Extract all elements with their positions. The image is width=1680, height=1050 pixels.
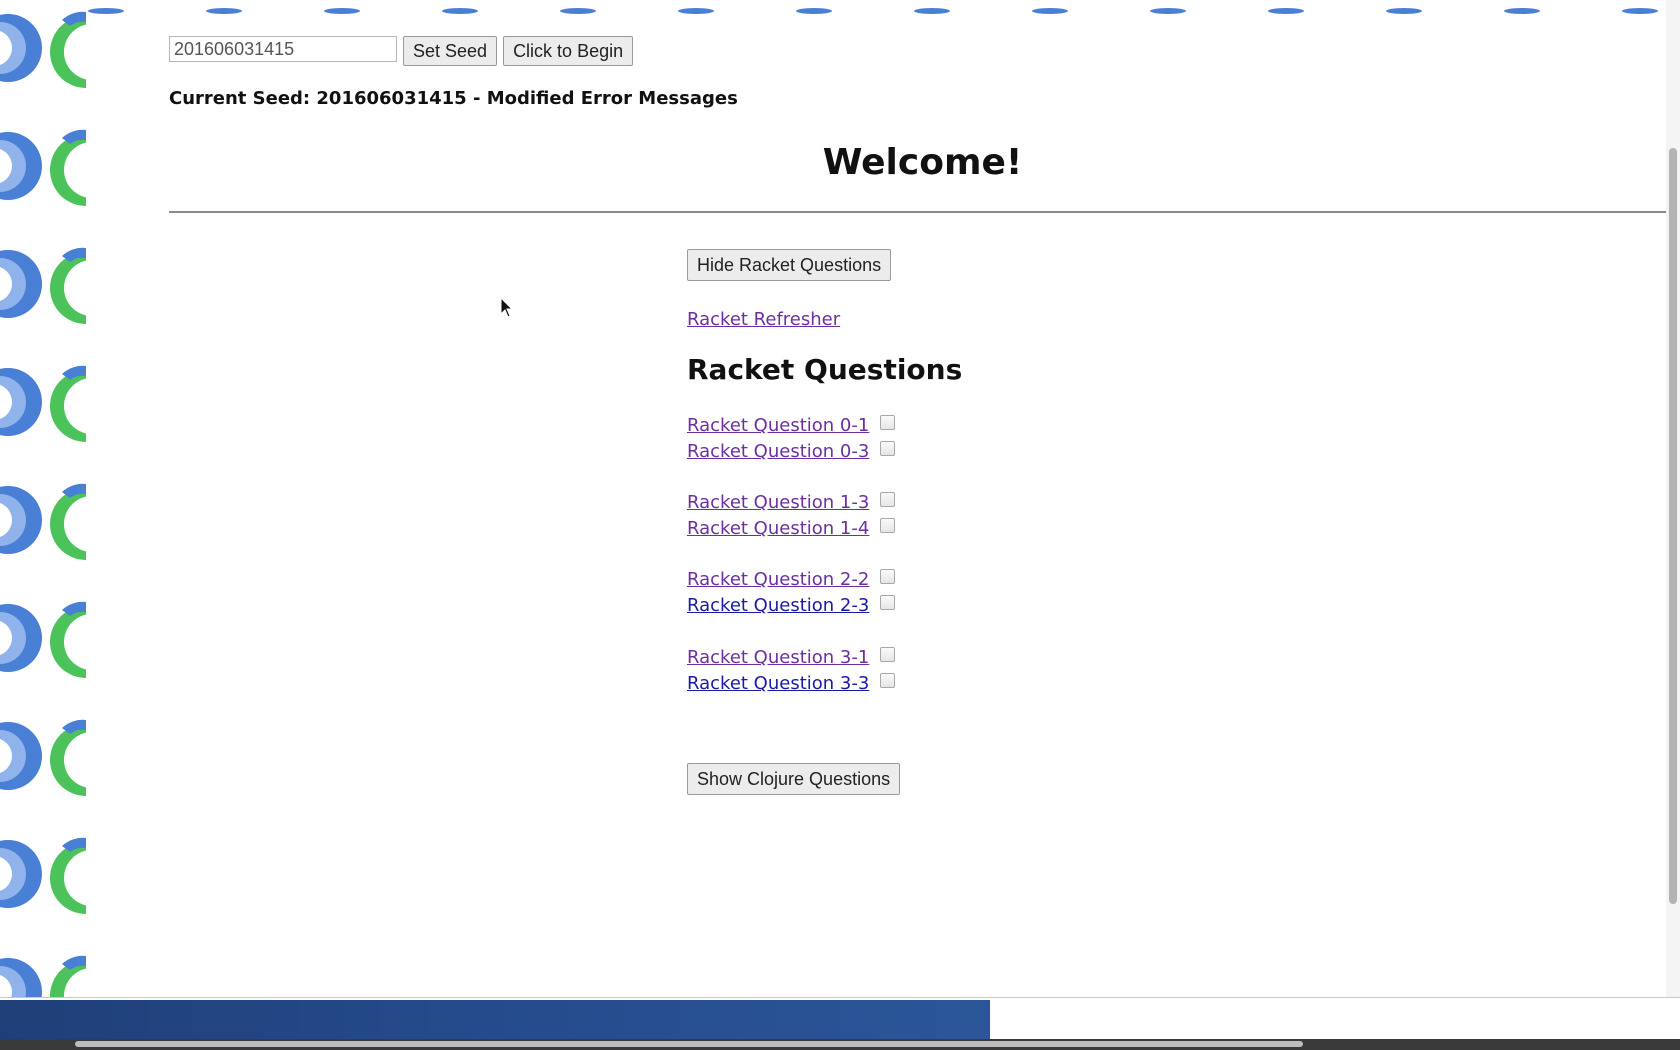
racket-question-0-3-checkbox[interactable] — [880, 441, 896, 456]
question-row: Racket Question 1-4 — [687, 518, 896, 539]
question-row: Racket Question 3-1 — [687, 647, 896, 668]
mouse-cursor-icon — [500, 296, 514, 323]
seed-controls: Set Seed Click to Begin — [169, 36, 634, 66]
top-pattern-strip — [86, 0, 1670, 14]
main-content: Set Seed Click to Begin Current Seed: 20… — [86, 14, 1670, 997]
current-seed-text: Current Seed: 201606031415 - Modified Er… — [169, 88, 738, 109]
divider — [169, 211, 1670, 213]
horizontal-scrollbar[interactable] — [0, 1039, 1680, 1050]
racket-question-2-2-link[interactable]: Racket Question 2-2 — [687, 569, 869, 590]
question-row: Racket Question 0-3 — [687, 441, 896, 462]
racket-question-3-3-link[interactable]: Racket Question 3-3 — [687, 673, 869, 694]
horizontal-scrollbar-thumb[interactable] — [75, 1041, 1303, 1047]
racket-question-3-1-link[interactable]: Racket Question 3-1 — [687, 647, 869, 668]
page-title: Welcome! — [822, 142, 1023, 183]
question-row: Racket Question 3-3 — [687, 673, 896, 694]
racket-questions-heading: Racket Questions — [687, 353, 963, 386]
taskbar-active-region — [0, 1000, 990, 1040]
racket-question-1-4-link[interactable]: Racket Question 1-4 — [687, 518, 869, 539]
click-to-begin-button[interactable]: Click to Begin — [503, 36, 634, 66]
vertical-scrollbar[interactable] — [1666, 0, 1680, 997]
show-clojure-questions-button[interactable]: Show Clojure Questions — [687, 763, 901, 795]
question-row: Racket Question 2-2 — [687, 569, 896, 590]
racket-question-2-3-checkbox[interactable] — [880, 595, 896, 610]
racket-question-0-1-link[interactable]: Racket Question 0-1 — [687, 415, 869, 436]
hide-racket-questions-button[interactable]: Hide Racket Questions — [687, 249, 892, 281]
swirl-pattern-graphic — [0, 11, 86, 997]
taskbar — [0, 997, 1680, 1040]
seed-input[interactable] — [169, 36, 397, 62]
racket-question-2-3-link[interactable]: Racket Question 2-3 — [687, 595, 869, 616]
background-pattern — [0, 0, 86, 997]
racket-question-3-3-checkbox[interactable] — [880, 673, 896, 688]
vertical-scrollbar-thumb[interactable] — [1669, 148, 1677, 904]
racket-question-1-4-checkbox[interactable] — [880, 518, 896, 533]
racket-question-0-1-checkbox[interactable] — [880, 415, 896, 430]
question-row: Racket Question 1-3 — [687, 492, 896, 513]
dash-pattern-graphic — [88, 8, 1658, 14]
racket-refresher-link[interactable]: Racket Refresher — [687, 309, 840, 330]
racket-question-1-3-checkbox[interactable] — [880, 492, 896, 507]
question-row: Racket Question 0-1 — [687, 415, 896, 436]
racket-question-1-3-link[interactable]: Racket Question 1-3 — [687, 492, 869, 513]
question-row: Racket Question 2-3 — [687, 595, 896, 616]
set-seed-button[interactable]: Set Seed — [403, 36, 498, 66]
racket-question-0-3-link[interactable]: Racket Question 0-3 — [687, 441, 869, 462]
racket-question-2-2-checkbox[interactable] — [880, 569, 896, 584]
racket-question-3-1-checkbox[interactable] — [880, 647, 896, 662]
